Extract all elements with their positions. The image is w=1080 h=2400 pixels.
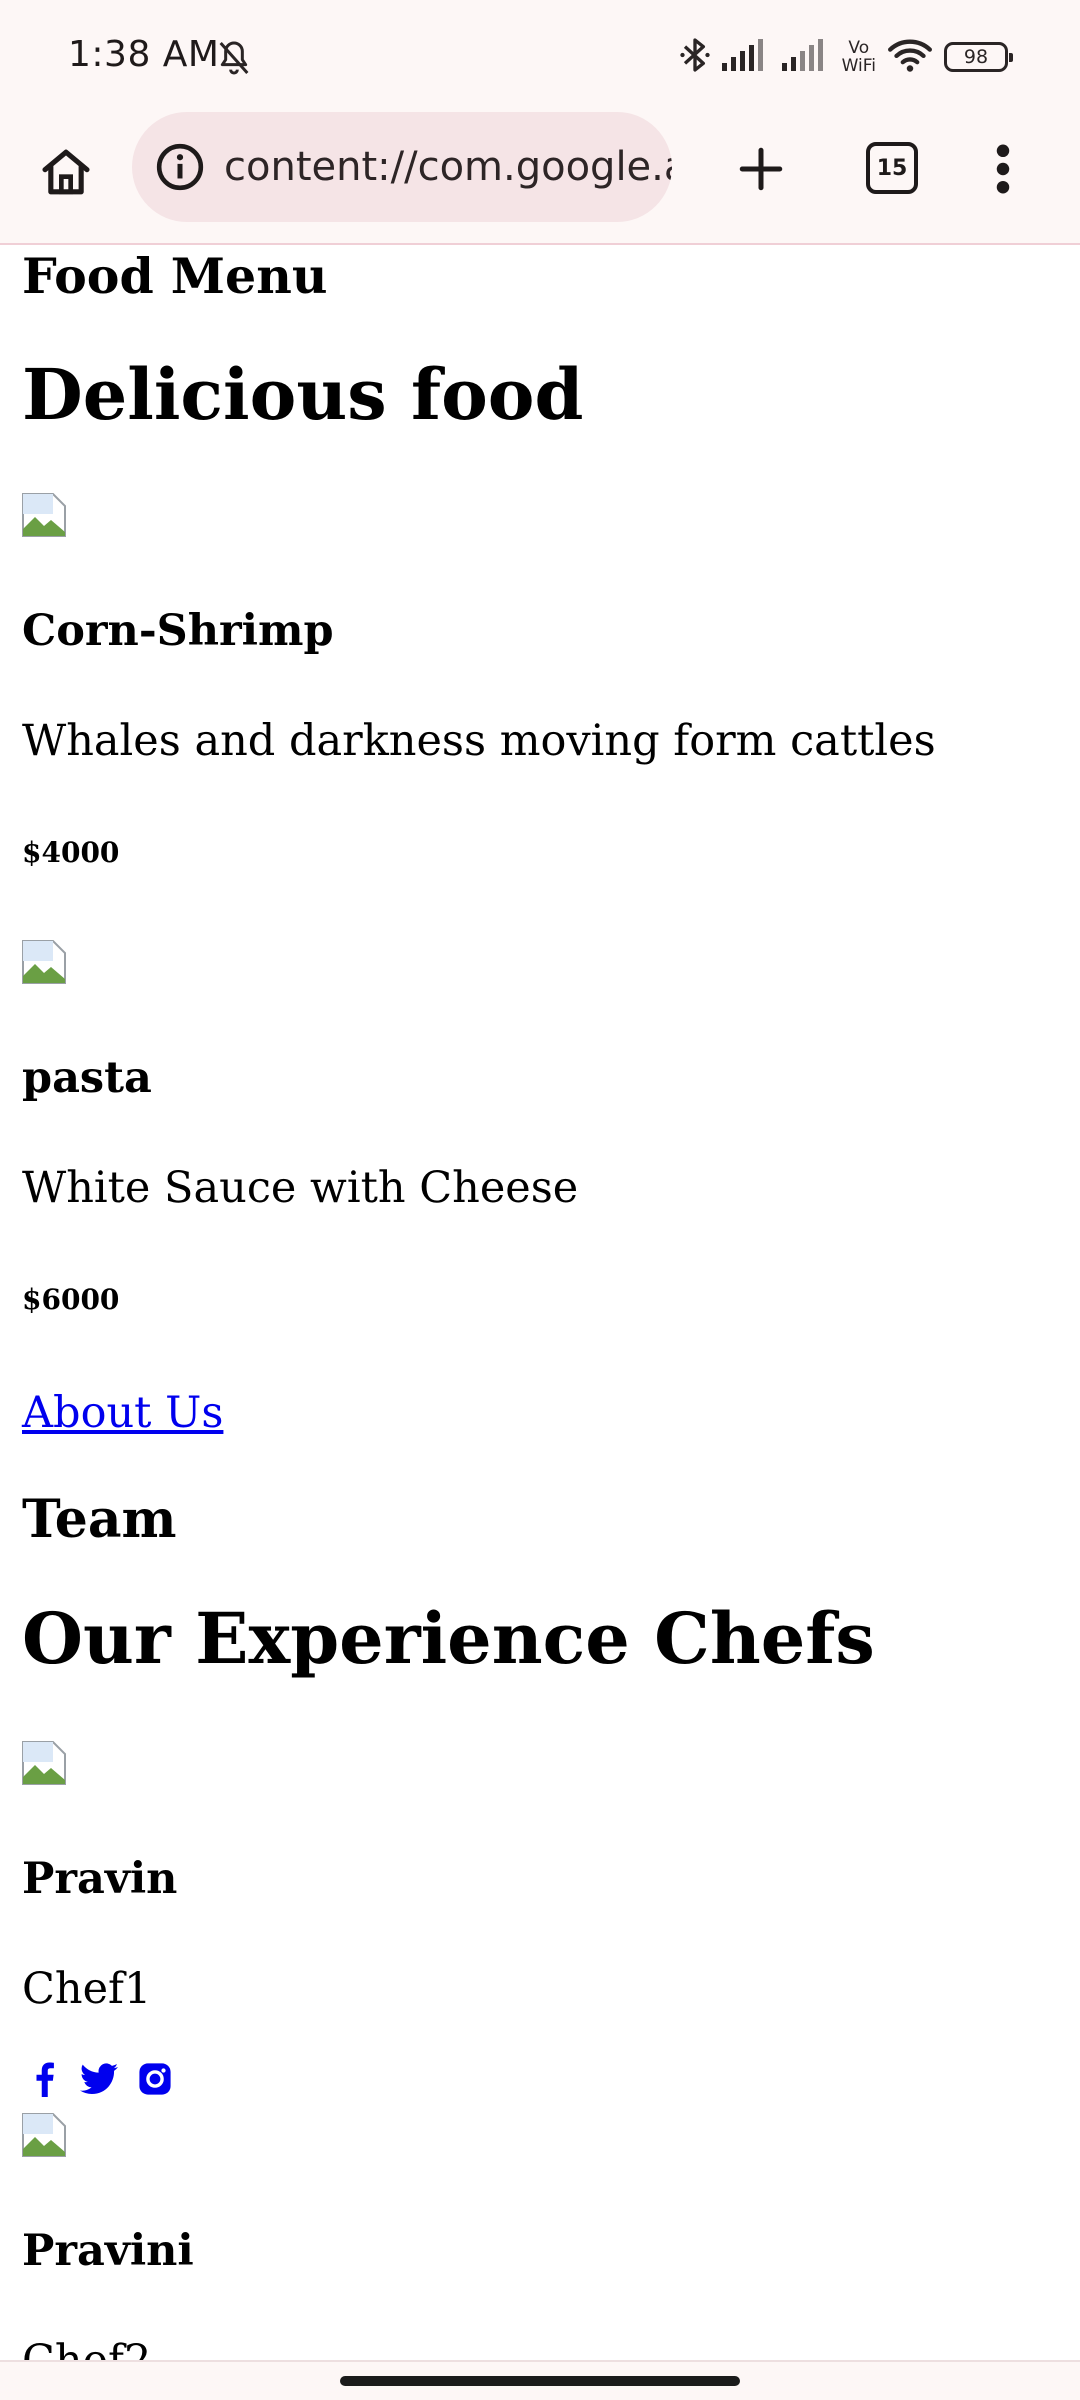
tab-count: 15 xyxy=(876,155,908,181)
chef-name: Pravin xyxy=(22,1854,178,1904)
instagram-icon[interactable] xyxy=(138,2062,172,2096)
vowifi-icon: Vo WiFi xyxy=(842,39,876,75)
signal-weak-icon xyxy=(781,37,830,77)
broken-image-icon xyxy=(22,1741,66,1785)
menu-item-price: $6000 xyxy=(22,1283,120,1316)
plus-icon[interactable] xyxy=(730,138,792,200)
battery-icon: 98 xyxy=(944,42,1013,72)
chefs-heading: Our Experience Chefs xyxy=(22,1597,875,1680)
about-us-link[interactable]: About Us xyxy=(22,1385,223,1441)
vowifi-top: Vo xyxy=(848,38,870,58)
page-content: Food Menu Delicious food Corn-Shrimp Wha… xyxy=(0,245,1080,2360)
status-time: 1:38 AM xyxy=(68,34,220,75)
address-bar[interactable]: content://com.google.android.apps.nbu.fi… xyxy=(132,112,672,222)
signal-icon xyxy=(721,37,770,77)
status-bar: 1:38 AM Vo WiFi 98 xyxy=(0,0,1080,110)
chef-role: Chef2 xyxy=(22,2333,151,2360)
home-icon[interactable] xyxy=(34,140,98,204)
gesture-bar xyxy=(0,2360,1080,2400)
tabs-icon[interactable]: 15 xyxy=(866,142,918,194)
bluetooth-icon xyxy=(679,35,710,79)
broken-image-icon xyxy=(22,940,66,984)
url-text[interactable]: content://com.google.android.apps.nbu.fi… xyxy=(224,144,672,190)
broken-image-icon xyxy=(22,493,66,537)
vowifi-bottom: WiFi xyxy=(841,56,876,76)
broken-image-icon xyxy=(22,2113,66,2157)
more-vert-icon[interactable] xyxy=(978,136,1028,202)
social-links xyxy=(28,2061,172,2097)
gesture-handle[interactable] xyxy=(340,2376,740,2386)
chef-role: Chef1 xyxy=(22,1964,152,2014)
facebook-icon[interactable] xyxy=(28,2061,60,2097)
menu-item-name: pasta xyxy=(22,1053,152,1103)
status-icons: Vo WiFi 98 xyxy=(679,34,1013,80)
bell-off-icon xyxy=(214,38,254,78)
browser-toolbar: content://com.google.android.apps.nbu.fi… xyxy=(0,110,1080,245)
twitter-icon[interactable] xyxy=(80,2062,118,2096)
info-icon[interactable] xyxy=(150,137,210,197)
menu-item-description: Whales and darkness moving form cattles xyxy=(22,716,936,766)
menu-item-name: Corn-Shrimp xyxy=(22,606,334,656)
delicious-heading: Delicious food xyxy=(22,353,584,436)
menu-item-description: White Sauce with Cheese xyxy=(22,1163,579,1213)
wifi-icon xyxy=(888,37,932,77)
battery-level: 98 xyxy=(963,46,989,68)
chef-name: Pravini xyxy=(22,2226,194,2276)
team-heading: Team xyxy=(22,1489,177,1550)
food-menu-heading: Food Menu xyxy=(22,247,328,305)
menu-item-price: $4000 xyxy=(22,836,120,869)
